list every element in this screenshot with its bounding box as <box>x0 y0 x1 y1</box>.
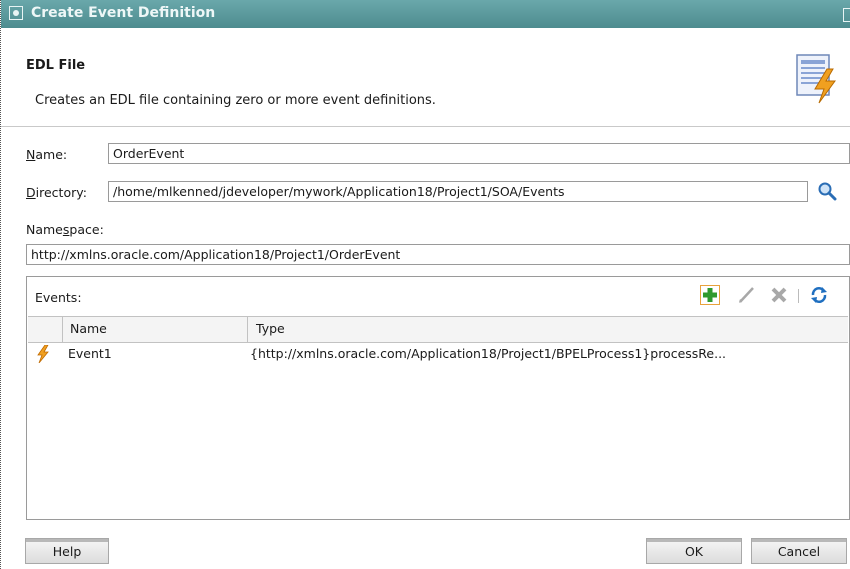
column-header-type[interactable]: Type <box>256 321 285 336</box>
ok-button[interactable]: OK <box>646 538 742 564</box>
toolbar-separator <box>798 289 799 303</box>
cancel-button[interactable]: Cancel <box>751 538 847 564</box>
header-title: EDL File <box>26 58 86 73</box>
edit-icon[interactable] <box>736 285 756 305</box>
refresh-icon[interactable] <box>809 285 829 305</box>
table-row[interactable]: Event1 {http://xmlns.oracle.com/Applicat… <box>28 343 848 365</box>
event-bolt-icon <box>37 345 49 363</box>
window-menu-icon[interactable] <box>9 6 23 20</box>
create-event-definition-dialog: Create Event Definition EDL File Creates… <box>0 0 850 569</box>
dialog-header: EDL File Creates an EDL file containing … <box>1 28 850 127</box>
maximize-icon[interactable] <box>843 8 850 22</box>
window-title: Create Event Definition <box>31 5 216 21</box>
search-icon[interactable] <box>817 181 837 201</box>
help-button[interactable]: Help <box>25 538 109 564</box>
title-bar: Create Event Definition <box>1 0 850 28</box>
event-name-cell: Event1 <box>68 346 112 361</box>
name-label: Name: <box>26 147 68 162</box>
header-description: Creates an EDL file containing zero or m… <box>35 93 436 108</box>
namespace-label: Namespace: <box>26 222 104 237</box>
add-icon[interactable] <box>700 285 720 305</box>
table-header: Name Type <box>28 317 848 343</box>
delete-icon[interactable] <box>769 285 789 305</box>
edl-file-icon <box>796 54 836 104</box>
namespace-field[interactable]: http://xmlns.oracle.com/Application18/Pr… <box>26 244 850 265</box>
column-header-name[interactable]: Name <box>70 321 107 336</box>
directory-field[interactable]: /home/mlkenned/jdeveloper/mywork/Applica… <box>108 181 808 202</box>
events-table: Name Type Event1 {http://xmlns.oracle.co… <box>28 316 848 519</box>
events-panel: Events: Name Type Event1 {http://xmlns.o… <box>26 276 850 520</box>
name-field[interactable]: OrderEvent <box>108 143 850 164</box>
event-type-cell: {http://xmlns.oracle.com/Application18/P… <box>250 346 727 361</box>
events-label: Events: <box>35 290 82 305</box>
directory-label: Directory: <box>26 185 87 200</box>
